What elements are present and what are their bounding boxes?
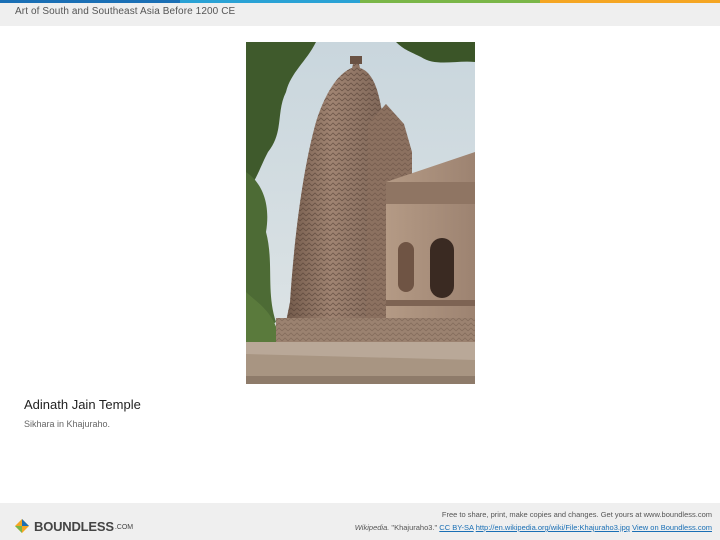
temple-photo bbox=[246, 42, 475, 384]
page-title: Art of South and Southeast Asia Before 1… bbox=[15, 6, 236, 17]
source-title: "Khajuraho3." bbox=[391, 523, 438, 532]
header-bar: Art of South and Southeast Asia Before 1… bbox=[0, 0, 720, 26]
accent-strip bbox=[0, 0, 720, 3]
license-notice: Free to share, print, make copies and ch… bbox=[441, 510, 712, 519]
accent-blue bbox=[0, 0, 180, 3]
caption-subtitle: Sikhara in Khajuraho. bbox=[24, 419, 111, 429]
attribution-line: Wikipedia. "Khajuraho3." CC BY-SA http:/… bbox=[355, 523, 712, 532]
source-name: Wikipedia. bbox=[354, 523, 390, 532]
accent-cyan bbox=[180, 0, 360, 3]
caption-title: Adinath Jain Temple bbox=[24, 397, 141, 412]
license-link[interactable]: CC BY-SA bbox=[439, 523, 473, 532]
source-link[interactable]: http://en.wikipedia.org/wiki/File:Khajur… bbox=[476, 523, 630, 532]
logo-suffix: .COM bbox=[114, 524, 134, 531]
boundless-logo[interactable]: BOUNDLESS .COM bbox=[14, 517, 133, 535]
logo-text: BOUNDLESS bbox=[34, 518, 114, 534]
accent-orange bbox=[540, 0, 720, 3]
footer-bar: BOUNDLESS .COM Free to share, print, mak… bbox=[0, 503, 720, 540]
view-on-boundless-link[interactable]: View on Boundless.com bbox=[632, 523, 712, 532]
accent-green bbox=[360, 0, 540, 3]
boundless-logo-icon bbox=[15, 519, 29, 533]
